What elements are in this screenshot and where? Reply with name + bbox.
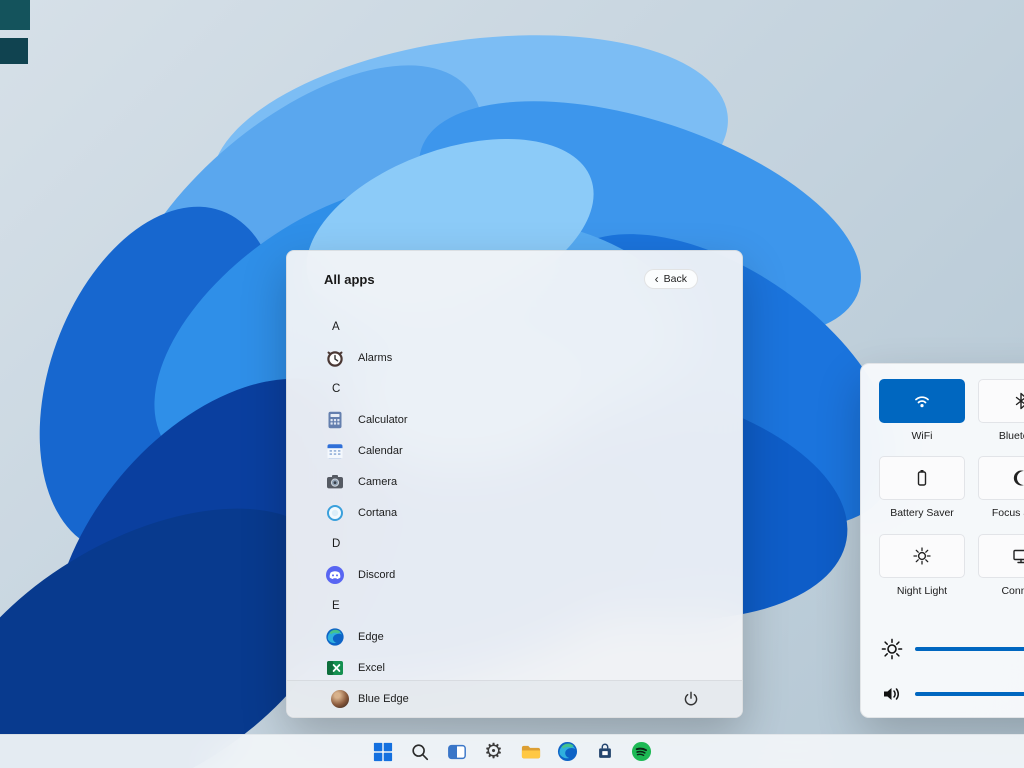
battery-icon (912, 468, 932, 488)
back-button[interactable]: ‹ Back (644, 269, 698, 290)
app-row-alarms[interactable]: Alarms (324, 342, 722, 373)
section-header-c[interactable]: C (324, 373, 722, 404)
search-icon (410, 742, 430, 762)
wifi-tile[interactable] (879, 379, 965, 423)
gear-icon: ⚙ (484, 741, 503, 762)
wifi-icon (912, 391, 932, 411)
section-letter: D (332, 538, 340, 550)
app-row-excel[interactable]: Excel (324, 652, 722, 680)
search-button[interactable] (407, 739, 433, 765)
store-bag-icon (595, 742, 615, 762)
app-label: Discord (358, 569, 395, 581)
all-apps-header: All apps ‹ Back (287, 251, 742, 307)
connect-tile-label: Connect (978, 585, 1024, 597)
corner-tile (0, 0, 30, 30)
task-view-button[interactable] (444, 739, 470, 765)
start-button[interactable] (370, 739, 396, 765)
volume-slider-row (881, 682, 1024, 706)
edge-icon (325, 627, 345, 647)
discord-icon (325, 565, 345, 585)
store-button[interactable] (592, 739, 618, 765)
app-row-edge[interactable]: Edge (324, 621, 722, 652)
section-header-a[interactable]: A (324, 311, 722, 342)
spotify-button[interactable] (629, 739, 655, 765)
app-row-camera[interactable]: Camera (324, 466, 722, 497)
night-light-icon (912, 546, 932, 566)
app-row-calculator[interactable]: Calculator (324, 404, 722, 435)
corner-tile (0, 38, 28, 64)
all-apps-title: All apps (324, 272, 375, 287)
file-explorer-button[interactable] (518, 739, 544, 765)
user-profile-button[interactable]: Blue Edge (331, 690, 409, 708)
quick-settings-panel: WiFi Bluetooth Battery Saver Focus assis… (860, 363, 1024, 718)
calculator-icon (325, 410, 345, 430)
bluetooth-tile[interactable] (978, 379, 1024, 423)
volume-slider[interactable] (915, 692, 1024, 696)
wifi-tile-label: WiFi (879, 430, 965, 442)
alarms-icon (325, 348, 345, 368)
battery-saver-tile-label: Battery Saver (879, 507, 965, 519)
app-label: Excel (358, 662, 385, 674)
section-letter: E (332, 600, 340, 612)
edge-icon (557, 741, 578, 762)
section-header-d[interactable]: D (324, 528, 722, 559)
cortana-icon (325, 503, 345, 523)
user-name: Blue Edge (358, 693, 409, 705)
avatar (331, 690, 349, 708)
power-button[interactable] (680, 688, 702, 710)
section-letter: A (332, 321, 340, 333)
app-label: Alarms (358, 352, 392, 364)
chevron-left-icon: ‹ (655, 273, 659, 285)
focus-assist-icon (1011, 468, 1024, 488)
excel-icon (325, 658, 345, 678)
brightness-icon (881, 638, 903, 660)
volume-icon (881, 683, 903, 705)
app-row-discord[interactable]: Discord (324, 559, 722, 590)
brightness-slider[interactable] (915, 647, 1024, 651)
app-label: Cortana (358, 507, 397, 519)
section-header-e[interactable]: E (324, 590, 722, 621)
app-label: Edge (358, 631, 384, 643)
bluetooth-tile-label: Bluetooth (978, 430, 1024, 442)
night-light-tile[interactable] (879, 534, 965, 578)
focus-assist-tile[interactable] (978, 456, 1024, 500)
camera-icon (325, 472, 345, 492)
connect-icon (1011, 546, 1024, 566)
app-row-cortana[interactable]: Cortana (324, 497, 722, 528)
app-label: Calendar (358, 445, 403, 457)
start-menu-footer: Blue Edge (287, 680, 742, 717)
brightness-slider-row (881, 637, 1024, 661)
night-light-tile-label: Night Light (879, 585, 965, 597)
power-icon (682, 690, 700, 708)
taskbar: ⚙ (0, 734, 1024, 768)
app-row-calendar[interactable]: Calendar (324, 435, 722, 466)
section-letter: C (332, 383, 340, 395)
calendar-icon (325, 441, 345, 461)
battery-saver-tile[interactable] (879, 456, 965, 500)
app-label: Camera (358, 476, 397, 488)
app-label: Calculator (358, 414, 408, 426)
bluetooth-icon (1011, 391, 1024, 411)
start-menu-all-apps-panel: All apps ‹ Back A Alarms C (286, 250, 743, 718)
connect-tile[interactable] (978, 534, 1024, 578)
all-apps-list: A Alarms C (287, 307, 742, 680)
spotify-icon (631, 741, 652, 762)
focus-assist-tile-label: Focus assist (978, 507, 1024, 519)
edge-button[interactable] (555, 739, 581, 765)
task-view-icon (447, 742, 467, 762)
back-button-label: Back (664, 273, 687, 286)
settings-button[interactable]: ⚙ (481, 739, 507, 765)
folder-icon (520, 742, 542, 762)
windows-start-icon (373, 742, 393, 762)
